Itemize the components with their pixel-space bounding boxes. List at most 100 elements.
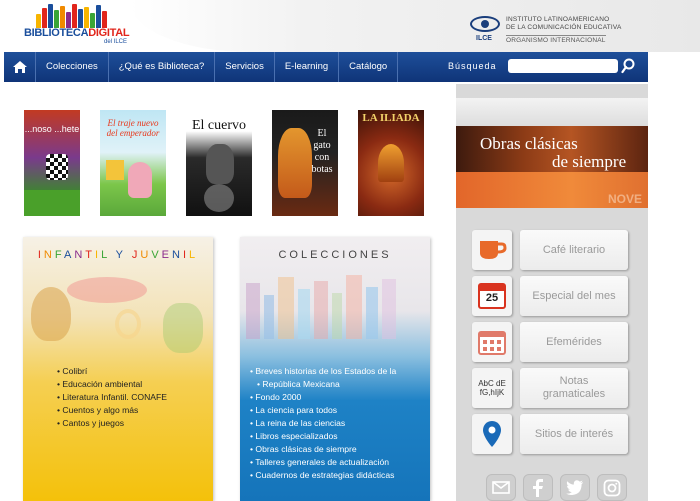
list-item[interactable]: Cantos y juegos <box>57 417 167 430</box>
featured-books: ...noso ...hete El traje nuevo del emper… <box>24 110 444 216</box>
banner-watermark: NOVE <box>608 192 643 206</box>
list-item[interactable]: Colibrí <box>57 365 167 378</box>
colecciones-list: Breves historias de los Estados de la Re… <box>250 365 396 482</box>
main-nav: Colecciones ¿Qué es Biblioteca? Servicio… <box>4 52 648 82</box>
book-cover-4[interactable]: El gato con botas <box>272 110 338 216</box>
biblioteca-digital-logo[interactable]: BIBLIOTECADIGITAL del ILCE <box>24 4 142 46</box>
ilce-logo[interactable]: ILCE INSTITUTO LATINOAMERICANO DE LA COM… <box>470 14 640 46</box>
emperor-character-icon <box>128 162 152 198</box>
book-title-1: ...noso ...hete <box>24 124 80 134</box>
search-label: Búsqueda <box>448 61 497 71</box>
logo-text: BIBLIOTECADIGITAL <box>24 27 130 39</box>
raven-illustration <box>206 144 234 184</box>
especial-del-mes-button[interactable]: 25 Especial del mes <box>472 276 628 316</box>
efemerides-button[interactable]: Efemérides <box>472 322 628 362</box>
banner-top-band <box>456 98 648 126</box>
banner-title-line2: de siempre <box>552 152 627 171</box>
ilce-name-line2: DE LA COMUNICACIÓN EDUCATIVA <box>506 24 622 31</box>
book-title-4: El gato con botas <box>311 128 333 175</box>
search-input[interactable] <box>508 59 618 73</box>
checkered-character-icon <box>46 154 68 180</box>
book-cover-2[interactable]: El traje nuevo del emperador <box>100 110 166 216</box>
book-title-3: El cuervo <box>191 118 247 133</box>
cafe-literario-button[interactable]: Café literario <box>472 230 628 270</box>
list-item[interactable]: Fondo 2000 <box>250 391 396 404</box>
list-item-continuation[interactable]: República Mexicana <box>250 378 396 391</box>
grass-decoration <box>24 190 80 216</box>
nav-item-que-es-biblioteca[interactable]: ¿Qué es Biblioteca? <box>109 52 216 82</box>
logo-text-biblioteca: BIBLIOTECA <box>24 27 89 39</box>
ilce-name-line1: INSTITUTO LATINOAMERICANO <box>506 16 610 23</box>
nav-item-catalogo[interactable]: Catálogo <box>339 52 399 82</box>
home-icon <box>12 61 27 73</box>
title-letter: N <box>74 249 86 261</box>
list-item[interactable]: La ciencia para todos <box>250 404 396 417</box>
list-item[interactable]: Talleres generales de actualización <box>250 456 396 469</box>
main-content: ...noso ...hete El traje nuevo del emper… <box>4 82 456 501</box>
location-pin-icon <box>472 414 512 454</box>
calendar-day: 25 <box>485 292 499 304</box>
book-cover-5[interactable]: LA ILIADA <box>358 110 424 216</box>
list-item[interactable]: La reina de las ciencias <box>250 417 396 430</box>
calendar-grid-icon <box>472 322 512 362</box>
list-item[interactable]: Breves historias de los Estados de la <box>250 365 396 378</box>
castle-decoration <box>106 160 124 180</box>
mail-icon[interactable] <box>486 474 516 501</box>
search-button[interactable] <box>621 58 635 74</box>
logo-books-icon <box>36 4 107 28</box>
cat-illustration <box>278 128 312 198</box>
list-item[interactable]: Cuentos y algo más <box>57 404 167 417</box>
title-letter: L <box>101 249 110 261</box>
right-sidebar: Obras clásicas de siempre NOVE Café lite… <box>456 84 648 501</box>
calendar-icon: 25 <box>472 276 512 316</box>
colecciones-title: COLECCIONES <box>278 249 392 261</box>
coffee-cup-icon <box>472 230 512 270</box>
twitter-icon[interactable] <box>560 474 590 501</box>
nav-item-servicios[interactable]: Servicios <box>215 52 275 82</box>
music-note-decoration <box>115 309 141 339</box>
colecciones-panel: COLECCIONES Breves historias de los Esta… <box>240 237 430 501</box>
title-letter: U <box>140 249 152 261</box>
list-item[interactable]: Obras clásicas de siempre <box>250 443 396 456</box>
grammar-icon: AbC dE fG,hIjK <box>472 368 512 408</box>
logo-subtitle: del ILCE <box>104 39 128 45</box>
efemerides-label: Efemérides <box>520 322 628 362</box>
title-letter: T <box>85 249 96 261</box>
facebook-icon[interactable] <box>523 474 553 501</box>
sitios-de-interes-button[interactable]: Sitios de interés <box>472 414 628 454</box>
header: BIBLIOTECADIGITAL del ILCE ILCE INSTITUT… <box>0 0 700 52</box>
title-letter: Y <box>115 249 126 261</box>
home-button[interactable] <box>4 52 36 82</box>
book-cover-1[interactable]: ...noso ...hete <box>24 110 80 216</box>
ilce-abbreviation: ILCE <box>476 35 492 42</box>
notas-gramaticales-button[interactable]: AbC dE fG,hIjK Notas gramaticales <box>472 368 628 408</box>
instagram-icon[interactable] <box>597 474 627 501</box>
grammar-icon-text-1: AbC dE <box>478 379 506 388</box>
title-letter: E <box>161 249 172 261</box>
sitios-de-interes-label: Sitios de interés <box>520 414 628 454</box>
book-cover-3[interactable]: El cuervo <box>186 110 252 216</box>
book-spines-decoration <box>246 273 424 339</box>
fish-decoration <box>67 277 147 303</box>
logo-text-digital: DIGITAL <box>88 27 130 39</box>
list-item[interactable]: Libros especializados <box>250 430 396 443</box>
list-item[interactable]: Literatura Infantil. CONAFE <box>57 391 167 404</box>
ilce-eye-icon <box>470 16 500 32</box>
infantil-juvenil-title: INFANTIL Y JUVENIL <box>23 249 213 261</box>
face-illustration <box>204 184 234 212</box>
infantil-juvenil-panel: INFANTIL Y JUVENIL Colibrí Educación amb… <box>23 237 213 501</box>
obras-clasicas-banner[interactable]: Obras clásicas de siempre NOVE <box>456 98 648 208</box>
list-item[interactable]: Cuadernos de estrategias didácticas <box>250 469 396 482</box>
title-letter: L <box>189 249 199 261</box>
nav-item-colecciones[interactable]: Colecciones <box>36 52 109 82</box>
infantil-juvenil-list: Colibrí Educación ambiental Literatura I… <box>57 365 167 430</box>
title-letter: N <box>43 249 55 261</box>
figure-decoration <box>163 303 203 353</box>
search-icon <box>621 58 635 74</box>
title-letter: A <box>63 249 75 261</box>
title-letter: N <box>172 249 183 261</box>
social-links <box>486 474 636 501</box>
nav-item-e-learning[interactable]: E-learning <box>275 52 340 82</box>
book-title-2: El traje nuevo del emperador <box>106 118 160 138</box>
list-item[interactable]: Educación ambiental <box>57 378 167 391</box>
